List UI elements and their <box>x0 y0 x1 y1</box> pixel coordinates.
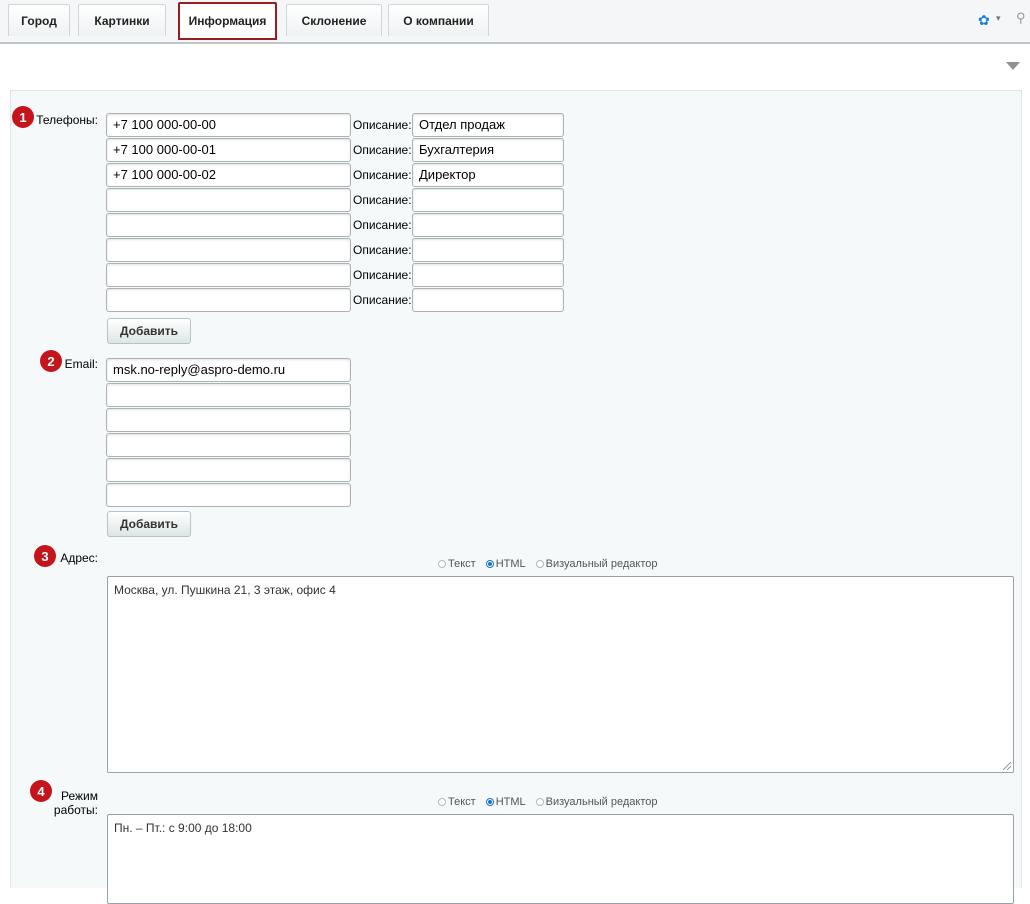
radio-selected-icon <box>485 798 494 806</box>
email-input[interactable] <box>106 408 351 432</box>
tab-bar: Город Картинки Информация Склонение О ко… <box>0 0 1030 44</box>
tab-declension[interactable]: Склонение <box>286 4 382 36</box>
address-label: Адрес: <box>60 551 98 565</box>
radio-icon <box>535 560 544 568</box>
phone-number-input[interactable] <box>106 213 351 237</box>
tab-about-company[interactable]: О компании <box>388 4 489 36</box>
phone-number-input[interactable]: +7 100 000-00-00 <box>106 113 351 137</box>
schedule-label-line2: работы: <box>53 803 98 817</box>
phone-description-label: Описание: <box>353 168 412 182</box>
email-input[interactable]: msk.no-reply@aspro-demo.ru <box>106 358 351 382</box>
schedule-textarea[interactable]: Пн. – Пт.: с 9:00 до 18:00 <box>107 814 1014 904</box>
phone-description-input[interactable]: Бухгалтерия <box>412 138 564 162</box>
phone-number-input[interactable]: +7 100 000-00-02 <box>106 163 351 187</box>
phone-number-input[interactable] <box>106 238 351 262</box>
address-value: Москва, ул. Пушкина 21, 3 этаж, офис 4 <box>114 583 336 597</box>
phone-description-input[interactable] <box>412 288 564 312</box>
phone-description-label: Описание: <box>353 268 412 282</box>
schedule-mode-switch: Текст HTML Визуальный редактор <box>438 796 668 808</box>
schedule-value: Пн. – Пт.: с 9:00 до 18:00 <box>114 821 252 835</box>
radio-selected-icon <box>485 560 494 568</box>
phone-description-label: Описание: <box>353 243 412 257</box>
radio-icon <box>438 560 446 568</box>
address-mode-text[interactable]: Текст <box>438 558 476 570</box>
phone-number-input[interactable]: +7 100 000-00-01 <box>106 138 351 162</box>
phone-description-label: Описание: <box>353 118 412 132</box>
add-email-button[interactable]: Добавить <box>107 511 191 537</box>
address-mode-visual[interactable]: Визуальный редактор <box>535 558 658 570</box>
email-input[interactable] <box>106 458 351 482</box>
tab-city[interactable]: Город <box>8 4 70 36</box>
phone-number-input[interactable] <box>106 188 351 212</box>
phone-description-input[interactable]: Директор <box>412 163 564 187</box>
phone-description-label: Описание: <box>353 143 412 157</box>
radio-icon <box>535 798 544 806</box>
address-mode-switch: Текст HTML Визуальный редактор <box>438 558 668 570</box>
schedule-label: Режим работы: <box>40 789 98 817</box>
phones-label: Телефоны: <box>36 113 98 127</box>
add-phone-button[interactable]: Добавить <box>107 318 191 344</box>
phone-description-input[interactable]: Отдел продаж <box>412 113 564 137</box>
radio-icon <box>438 798 446 806</box>
schedule-mode-html[interactable]: HTML <box>485 796 526 808</box>
email-input[interactable] <box>106 383 351 407</box>
schedule-label-line1: Режим <box>61 789 98 803</box>
address-mode-html[interactable]: HTML <box>485 558 526 570</box>
tab-images[interactable]: Картинки <box>78 4 166 36</box>
phone-description-input[interactable] <box>412 188 564 212</box>
phone-description-input[interactable] <box>412 263 564 287</box>
email-input[interactable] <box>106 433 351 457</box>
address-textarea[interactable]: Москва, ул. Пушкина 21, 3 этаж, офис 4 <box>107 576 1014 773</box>
phone-number-input[interactable] <box>106 263 351 287</box>
resize-handle-icon[interactable] <box>1003 762 1011 770</box>
schedule-mode-visual[interactable]: Визуальный редактор <box>535 796 658 808</box>
phone-number-input[interactable] <box>106 288 351 312</box>
phone-description-input[interactable] <box>412 213 564 237</box>
pin-icon[interactable]: ⚲ <box>1016 10 1026 26</box>
email-input[interactable] <box>106 483 351 507</box>
phone-description-label: Описание: <box>353 193 412 207</box>
collapse-arrow-icon[interactable] <box>1006 62 1020 70</box>
tab-information[interactable]: Информация <box>178 2 277 40</box>
schedule-mode-text[interactable]: Текст <box>438 796 476 808</box>
chevron-down-icon[interactable]: ▾ <box>996 13 1001 24</box>
email-label: Email: <box>64 357 98 371</box>
phone-description-input[interactable] <box>412 238 564 262</box>
phone-description-label: Описание: <box>353 218 412 232</box>
phone-description-label: Описание: <box>353 293 412 307</box>
gear-icon[interactable]: ✿ <box>978 12 990 29</box>
